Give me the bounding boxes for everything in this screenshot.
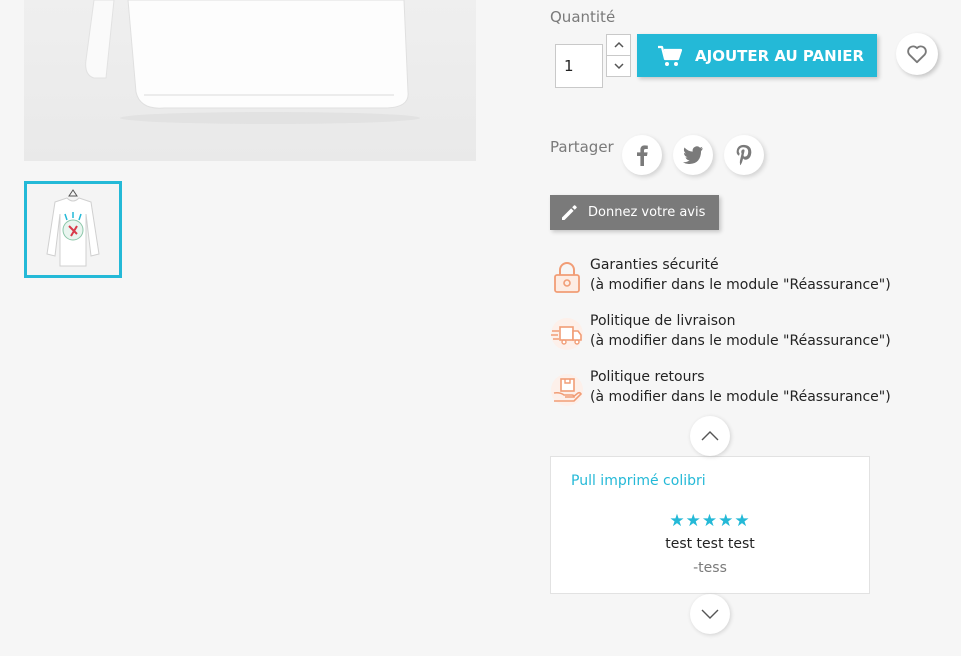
share-label: Partager xyxy=(550,138,614,156)
heart-outline-icon xyxy=(907,45,927,64)
padlock-icon xyxy=(554,262,580,293)
carousel-next-button[interactable] xyxy=(690,594,730,634)
review-comment: test test test xyxy=(665,536,755,552)
review-card: Pull imprimé colibri ★★★★★ test test tes… xyxy=(550,456,870,594)
reassurance-desc: (à modifier dans le module "Réassurance"… xyxy=(590,333,891,349)
pencil-icon xyxy=(560,204,578,222)
quantity-increase-button[interactable] xyxy=(606,34,631,56)
share-pinterest-button[interactable] xyxy=(724,135,764,175)
quantity-decrease-button[interactable] xyxy=(606,55,631,77)
facebook-icon xyxy=(637,145,648,166)
chevron-down-icon xyxy=(613,63,624,70)
add-to-cart-button[interactable]: AJOUTER AU PANIER xyxy=(637,34,877,77)
chevron-down-icon xyxy=(701,609,719,619)
reassurance-desc: (à modifier dans le module "Réassurance"… xyxy=(590,277,891,293)
pinterest-icon xyxy=(736,144,752,166)
sweater-image xyxy=(24,0,476,161)
share-facebook-button[interactable] xyxy=(622,135,662,175)
return-package-icon xyxy=(551,374,583,406)
quantity-input[interactable] xyxy=(555,44,603,88)
write-review-button[interactable]: Donnez votre avis xyxy=(550,195,719,230)
wishlist-button[interactable] xyxy=(896,33,938,75)
product-main-image[interactable] xyxy=(24,0,476,161)
chevron-up-icon xyxy=(701,431,719,441)
reassurance-title: Politique de livraison xyxy=(590,313,736,329)
product-thumbnail[interactable] xyxy=(24,181,122,278)
share-twitter-button[interactable] xyxy=(673,135,713,175)
add-to-cart-label: AJOUTER AU PANIER xyxy=(695,46,865,65)
review-product-title[interactable]: Pull imprimé colibri xyxy=(571,473,706,489)
review-author: -tess xyxy=(693,560,727,576)
quantity-label: Quantité xyxy=(550,8,616,26)
reassurance-title: Politique retours xyxy=(590,369,705,385)
twitter-icon xyxy=(682,146,703,164)
carousel-prev-button[interactable] xyxy=(690,416,730,456)
review-rating-stars: ★★★★★ xyxy=(669,511,751,531)
shopping-cart-icon xyxy=(657,45,683,67)
sweater-thumbnail-image xyxy=(27,184,119,275)
delivery-truck-icon xyxy=(551,318,583,350)
reassurance-title: Garanties sécurité xyxy=(590,257,719,273)
reassurance-desc: (à modifier dans le module "Réassurance"… xyxy=(590,389,891,405)
chevron-up-icon xyxy=(613,41,624,48)
write-review-label: Donnez votre avis xyxy=(588,205,706,220)
